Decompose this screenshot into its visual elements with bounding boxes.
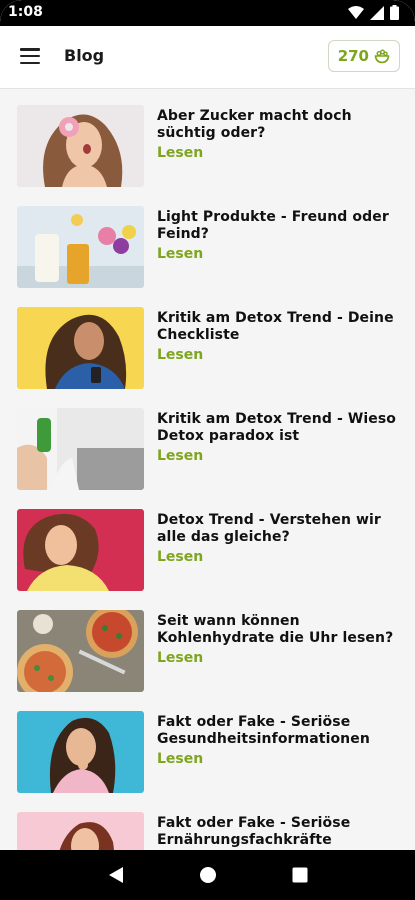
app-bar: Blog 270 bbox=[0, 26, 415, 89]
system-nav-bar bbox=[0, 850, 415, 900]
post-thumbnail bbox=[17, 206, 144, 288]
list-item[interactable]: Kritik am Detox Trend - Wieso Detox para… bbox=[17, 393, 407, 490]
hamburger-menu-icon[interactable] bbox=[20, 48, 40, 64]
status-icons bbox=[348, 5, 399, 20]
points-count: 270 bbox=[337, 47, 369, 65]
status-bar: 1:08 bbox=[0, 0, 415, 26]
read-link[interactable]: Lesen bbox=[157, 650, 397, 667]
read-link[interactable]: Lesen bbox=[157, 448, 397, 465]
post-title: Light Produkte - Freund oder Feind? bbox=[157, 209, 389, 242]
post-title: Fakt oder Fake - Seriöse Gesundheitsinfo… bbox=[157, 714, 370, 747]
post-title: Aber Zucker macht doch süchtig oder? bbox=[157, 108, 352, 141]
phone-screen: 1:08 Blog 270 Aber Zucker macht doch süc… bbox=[0, 0, 415, 900]
battery-icon bbox=[390, 5, 399, 20]
home-circle-icon[interactable] bbox=[199, 866, 217, 884]
list-item[interactable]: Seit wann können Kohlenhydrate die Uhr l… bbox=[17, 595, 407, 692]
post-title: Kritik am Detox Trend - Deine Checkliste bbox=[157, 310, 394, 343]
points-badge[interactable]: 270 bbox=[327, 40, 400, 72]
read-link[interactable]: Lesen bbox=[157, 145, 397, 162]
recents-square-icon[interactable] bbox=[292, 867, 308, 883]
post-thumbnail bbox=[17, 812, 144, 850]
post-thumbnail bbox=[17, 610, 144, 692]
post-thumbnail bbox=[17, 509, 144, 591]
post-thumbnail bbox=[17, 105, 144, 187]
post-thumbnail bbox=[17, 711, 144, 793]
read-link[interactable]: Lesen bbox=[157, 549, 397, 566]
bowl-icon bbox=[374, 49, 390, 64]
post-title: Seit wann können Kohlenhydrate die Uhr l… bbox=[157, 613, 394, 646]
post-thumbnail bbox=[17, 408, 144, 490]
list-item[interactable]: Fakt oder Fake - Seriöse Ernährungsfachk… bbox=[17, 797, 407, 850]
list-item[interactable]: Kritik am Detox Trend - Deine Checkliste… bbox=[17, 292, 407, 389]
list-item[interactable]: Aber Zucker macht doch süchtig oder? Les… bbox=[17, 90, 407, 187]
post-title: Fakt oder Fake - Seriöse Ernährungsfachk… bbox=[157, 815, 351, 848]
wifi-icon bbox=[348, 5, 364, 19]
list-item[interactable]: Light Produkte - Freund oder Feind? Lese… bbox=[17, 191, 407, 288]
post-title: Kritik am Detox Trend - Wieso Detox para… bbox=[157, 411, 397, 444]
post-title: Detox Trend - Verstehen wir alle das gle… bbox=[157, 512, 381, 545]
read-link[interactable]: Lesen bbox=[157, 347, 397, 364]
status-time: 1:08 bbox=[8, 4, 43, 20]
post-thumbnail bbox=[17, 307, 144, 389]
list-item[interactable]: Fakt oder Fake - Seriöse Gesundheitsinfo… bbox=[17, 696, 407, 793]
read-link[interactable]: Lesen bbox=[157, 246, 397, 263]
list-item[interactable]: Detox Trend - Verstehen wir alle das gle… bbox=[17, 494, 407, 591]
read-link[interactable]: Lesen bbox=[157, 751, 397, 768]
back-triangle-icon[interactable] bbox=[108, 866, 124, 884]
page-title: Blog bbox=[64, 46, 105, 65]
blog-list: Aber Zucker macht doch süchtig oder? Les… bbox=[0, 90, 415, 850]
signal-icon bbox=[370, 5, 384, 20]
